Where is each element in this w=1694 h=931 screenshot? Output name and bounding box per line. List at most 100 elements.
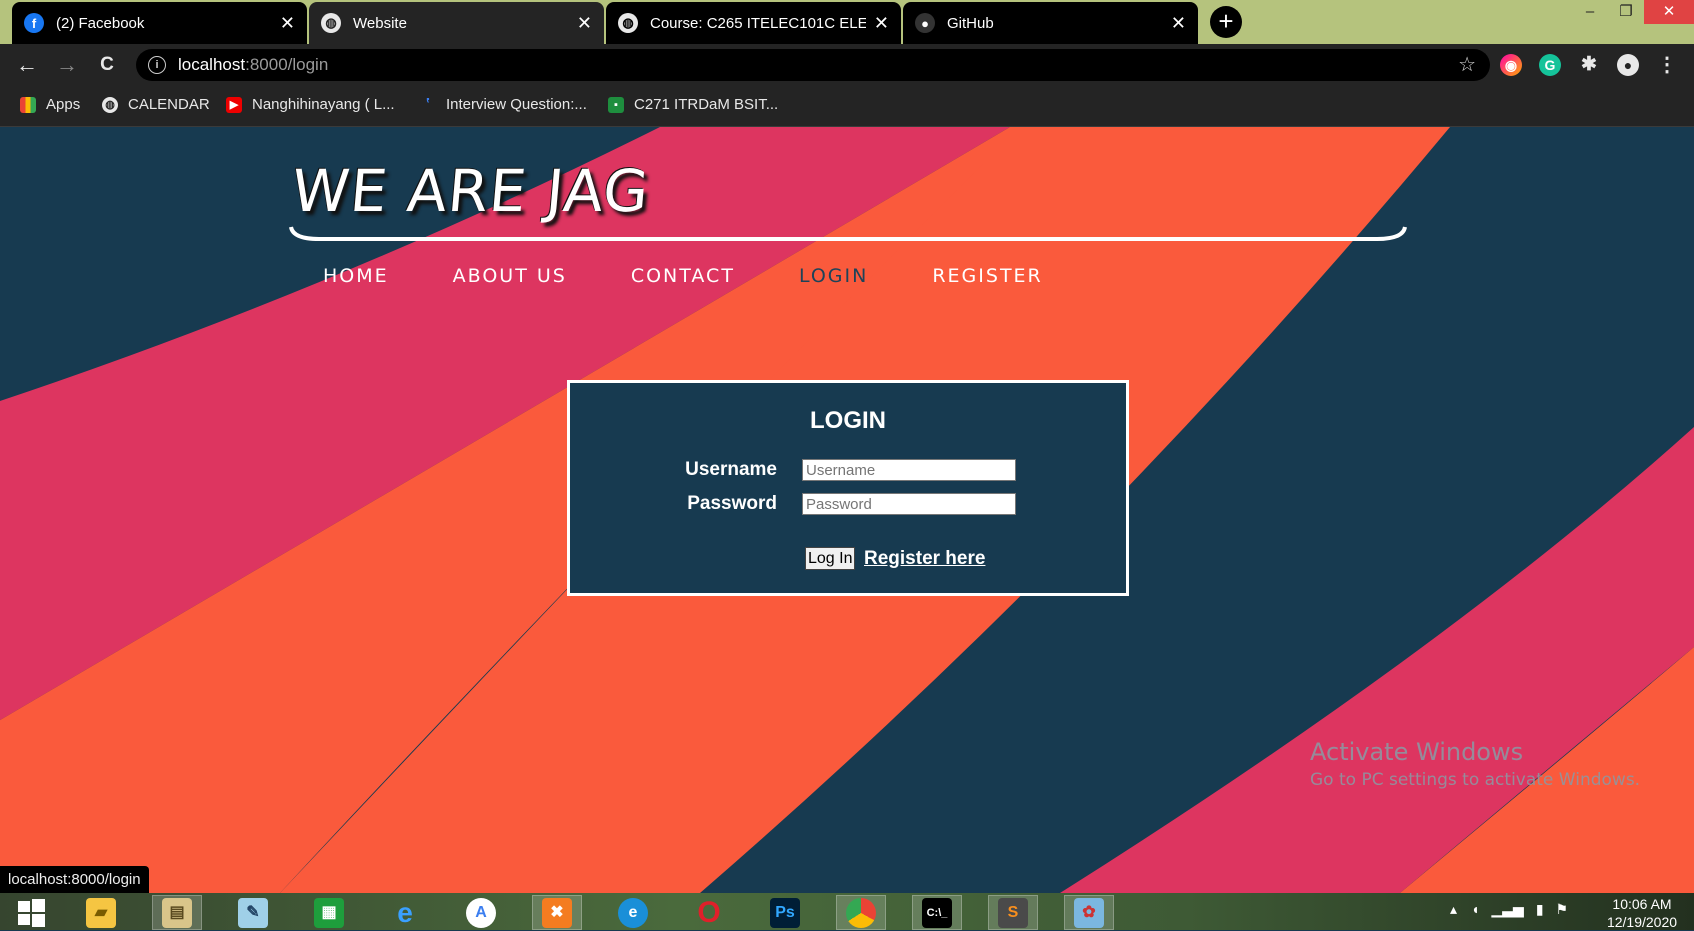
nav-home[interactable]: HOME	[323, 265, 389, 287]
nav-about-us[interactable]: ABOUT US	[453, 265, 567, 287]
bookmark-interview[interactable]: ʽ Interview Question:...	[420, 96, 587, 113]
tab-title: GitHub	[947, 14, 994, 32]
paint-icon: ✿	[1074, 897, 1104, 928]
system-tray: ▴ ◖ ▁▃▅ ▮ ⚑	[1450, 901, 1568, 918]
android-studio-icon: A	[466, 897, 496, 928]
bookmark-apps[interactable]: Apps	[20, 96, 80, 113]
action-center-icon[interactable]: ⚑	[1556, 901, 1569, 918]
nav-contact[interactable]: CONTACT	[631, 265, 735, 287]
clock-time: 10:06 AM	[1612, 896, 1672, 912]
volume-icon[interactable]: ◖	[1471, 901, 1479, 918]
bookmark-youtube[interactable]: ▶ Nanghihinayang ( L...	[226, 96, 395, 113]
facebook-icon: f	[24, 13, 44, 33]
start-icon	[18, 898, 45, 927]
password-label: Password	[687, 493, 777, 514]
taskbar-app[interactable]: ▤	[152, 895, 202, 930]
taskbar-app[interactable]: ▦	[304, 895, 354, 930]
taskbar-app[interactable]: ✿	[1064, 895, 1114, 930]
edge-icon: e	[618, 897, 648, 928]
bookmark-classroom[interactable]: ▪ C271 ITRDaM BSIT...	[608, 96, 778, 113]
taskbar-app[interactable]: e	[380, 895, 430, 930]
address-bar[interactable]: i localhost:8000/login ☆	[136, 49, 1490, 81]
close-icon[interactable]: ✕	[1171, 13, 1186, 34]
network-signal-icon[interactable]: ▁▃▅	[1492, 901, 1524, 918]
taskbar-app[interactable]: e	[608, 895, 658, 930]
login-form: LOGIN Username Password Log In Register …	[567, 380, 1129, 596]
opera-icon: O	[697, 895, 721, 929]
photoshop-icon: Ps	[770, 897, 800, 928]
login-button[interactable]: Log In	[805, 547, 856, 570]
username-label: Username	[685, 459, 777, 480]
forward-button[interactable]: →	[54, 52, 80, 78]
info-icon: ʽ	[425, 95, 431, 113]
tab-title: Course: C265 ITELEC101C ELECTIVE	[650, 14, 866, 32]
minimize-button[interactable]: –	[1572, 0, 1608, 24]
close-icon[interactable]: ✕	[577, 13, 592, 34]
bookmarks-bar: Apps ◍ CALENDAR ▶ Nanghihinayang ( L... …	[0, 86, 1694, 127]
new-tab-button[interactable]: +	[1210, 6, 1242, 38]
back-button[interactable]: ←	[14, 52, 40, 78]
close-icon[interactable]: ✕	[874, 13, 889, 34]
bookmark-calendar[interactable]: ◍ CALENDAR	[102, 96, 210, 113]
username-input[interactable]	[802, 459, 1016, 481]
close-window-button[interactable]: ✕	[1644, 0, 1694, 24]
youtube-icon: ▶	[226, 96, 242, 113]
toolbar: ← → C i localhost:8000/login ☆ ◉ G ✱ ● ⋮	[0, 44, 1694, 86]
battery-icon[interactable]: ▮	[1536, 901, 1544, 918]
activate-windows-title: Activate Windows	[1310, 738, 1524, 766]
site-logo[interactable]: WE ARE JAG	[289, 157, 652, 225]
restore-button[interactable]: ❐	[1608, 0, 1644, 24]
site-info-icon[interactable]: i	[148, 56, 166, 74]
puzzle-extensions-icon[interactable]: ✱	[1578, 54, 1600, 76]
taskbar-app[interactable]: A	[456, 895, 506, 930]
tab-course[interactable]: ◍ Course: C265 ITELEC101C ELECTIVE ✕	[606, 2, 901, 44]
tab-title: Website	[353, 14, 407, 32]
taskbar-app[interactable]: S	[988, 895, 1038, 930]
taskbar-app[interactable]: ✎	[228, 895, 278, 930]
xampp-icon: ✖	[542, 897, 572, 928]
bookmark-label: C271 ITRDaM BSIT...	[634, 96, 779, 113]
show-hidden-icons-icon[interactable]: ▴	[1450, 901, 1457, 918]
web-page: WE ARE JAG HOME ABOUT US CONTACT LOGIN R…	[0, 127, 1694, 893]
register-link[interactable]: Register here	[864, 548, 985, 570]
sublime-icon: S	[998, 897, 1028, 928]
nav-register[interactable]: REGISTER	[932, 265, 1042, 287]
taskbar-app[interactable]: ✖	[532, 895, 582, 930]
close-icon[interactable]: ✕	[280, 13, 295, 34]
classroom-icon: ▪	[608, 96, 624, 113]
apps-grid-icon	[20, 96, 36, 113]
taskbar-app[interactable]	[836, 895, 886, 930]
github-icon: ●	[915, 13, 935, 33]
extension-icon[interactable]: ◉	[1500, 54, 1522, 76]
password-input[interactable]	[802, 493, 1016, 515]
profile-avatar-icon[interactable]: ●	[1617, 54, 1639, 76]
bookmark-label: Nanghihinayang ( L...	[252, 96, 395, 113]
taskbar-app[interactable]: Ps	[760, 895, 810, 930]
tab-facebook[interactable]: f (2) Facebook ✕	[12, 2, 307, 44]
tab-website[interactable]: ◍ Website ✕	[309, 2, 604, 44]
tab-title: (2) Facebook	[56, 14, 145, 32]
file-explorer-icon: ▰	[86, 897, 116, 928]
cmd-icon: C:\_	[922, 897, 952, 928]
notepad-icon: ✎	[238, 897, 268, 928]
start-button[interactable]	[6, 895, 56, 930]
globe-icon: ◍	[321, 13, 341, 33]
internet-explorer-icon: e	[397, 896, 413, 928]
menu-kebab-icon[interactable]: ⋮	[1656, 54, 1678, 76]
taskbar-clock[interactable]: 10:06 AM 12/19/2020	[1594, 895, 1690, 931]
bookmark-label: Interview Question:...	[446, 96, 587, 113]
taskbar-app[interactable]: C:\_	[912, 895, 962, 930]
chrome-icon	[846, 897, 876, 928]
taskbar-app[interactable]: O	[684, 895, 734, 930]
reload-button[interactable]: C	[94, 52, 120, 78]
taskbar-app[interactable]: ▰	[76, 895, 126, 930]
globe-icon: ◍	[102, 96, 118, 113]
tab-github[interactable]: ● GitHub ✕	[903, 2, 1198, 44]
logo-underline	[289, 226, 1407, 241]
nav-login[interactable]: LOGIN	[799, 265, 868, 287]
bookmark-star-icon[interactable]: ☆	[1458, 49, 1476, 81]
bookmark-label: Apps	[46, 96, 81, 113]
globe-icon: ◍	[618, 13, 638, 33]
login-title: LOGIN	[810, 407, 886, 434]
grammarly-icon[interactable]: G	[1539, 54, 1561, 76]
